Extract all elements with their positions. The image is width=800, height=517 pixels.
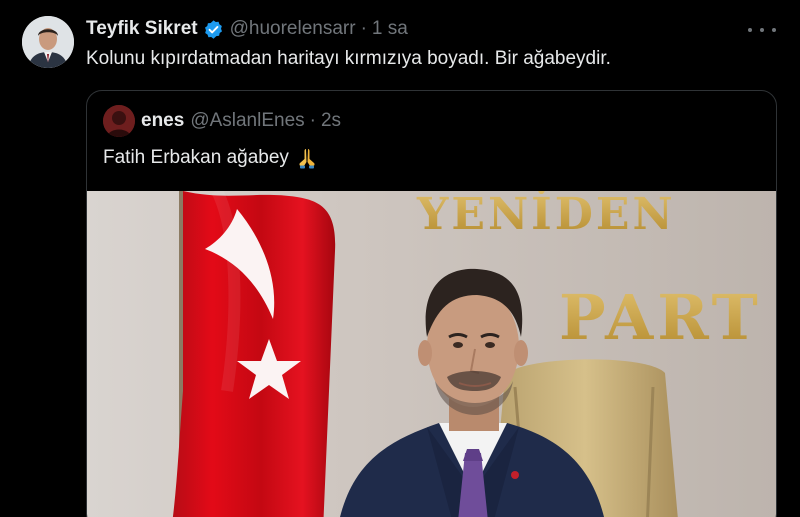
quoted-tweet-card[interactable]: enes @AslanlEnes · 2s Fatih Erbakan ağab… <box>86 90 777 517</box>
more-options-icon[interactable] <box>748 20 776 40</box>
author-handle[interactable]: @huorelensarr <box>230 18 356 40</box>
quoted-tweet-text: Fatih Erbakan ağabey <box>103 147 289 168</box>
tweet-header: Teyfik Sikret @huorelensarr · 1 sa <box>86 17 408 41</box>
quoted-tweet-text-row: Fatih Erbakan ağabey <box>103 147 319 169</box>
author-avatar[interactable] <box>22 16 74 68</box>
tweet-card[interactable]: Teyfik Sikret @huorelensarr · 1 sa Kolun… <box>0 0 800 517</box>
author-name[interactable]: Teyfik Sikret <box>86 18 198 40</box>
separator-dot: · <box>309 110 316 131</box>
quoted-author-avatar[interactable] <box>103 105 135 137</box>
wall-sign-line1: YENİDEN <box>416 191 676 240</box>
quoted-tweet-header: enes @AslanlEnes · 2s <box>103 105 341 137</box>
wall-sign-line2: PART <box>559 281 762 354</box>
tweet-text: Kolunu kıpırdatmadan haritayı kırmızıya … <box>86 48 611 69</box>
quoted-author-handle[interactable]: @AslanlEnes <box>190 110 304 132</box>
folded-hands-emoji <box>295 147 319 169</box>
quoted-tweet-timestamp[interactable]: 2s <box>321 110 341 132</box>
quoted-author-name[interactable]: enes <box>141 110 184 132</box>
separator-dot: · <box>360 18 367 39</box>
tweet-timestamp[interactable]: 1 sa <box>372 18 408 40</box>
verified-badge-icon <box>203 19 224 40</box>
tweet-media-photo[interactable]: YENİDEN PART <box>87 191 776 517</box>
